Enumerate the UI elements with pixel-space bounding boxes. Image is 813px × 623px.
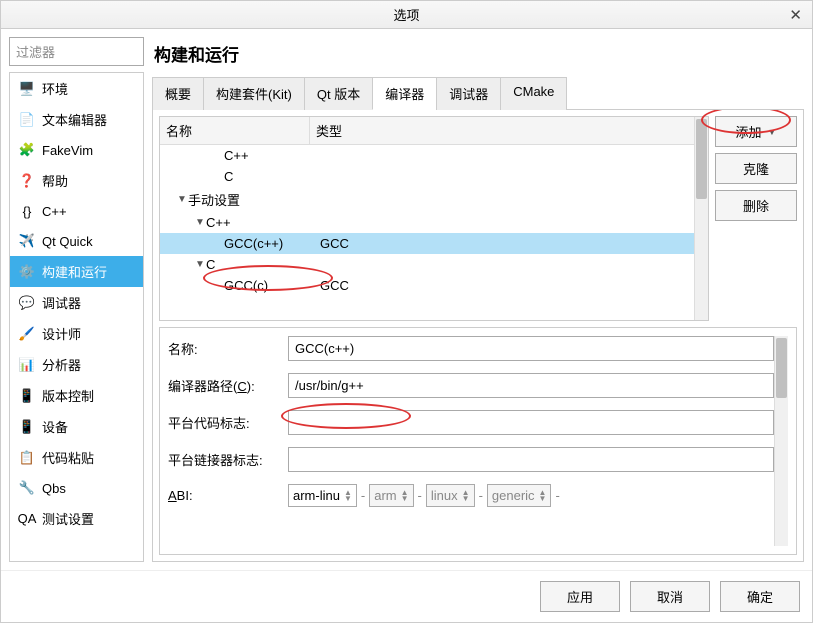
sidebar-item[interactable]: 🖌️ 设计师 [10, 318, 143, 349]
compiler-path-input[interactable] [288, 373, 774, 398]
category-icon: 🖥️ [18, 80, 36, 98]
platform-linker-label: 平台链接器标志: [168, 450, 278, 469]
category-label: 代码粘贴 [42, 448, 94, 467]
tree-row[interactable]: ▼手动设置 [160, 187, 694, 212]
sidebar-item[interactable]: 📱 版本控制 [10, 380, 143, 411]
category-icon: ❓ [18, 172, 36, 190]
category-label: 文本编辑器 [42, 110, 107, 129]
sidebar-item[interactable]: 💬 调试器 [10, 287, 143, 318]
sidebar-item[interactable]: 📄 文本编辑器 [10, 104, 143, 135]
category-icon: {} [18, 202, 36, 220]
name-label: 名称: [168, 339, 278, 358]
category-label: FakeVim [42, 143, 93, 158]
tab[interactable]: CMake [500, 77, 567, 110]
category-icon: ⚙️ [18, 263, 36, 281]
platform-code-label: 平台代码标志: [168, 413, 278, 432]
category-label: 构建和运行 [42, 262, 107, 281]
platform-linker-input[interactable] [288, 447, 774, 472]
name-input[interactable] [288, 336, 774, 361]
tab[interactable]: 构建套件(Kit) [203, 77, 305, 110]
sidebar-item[interactable]: QA 测试设置 [10, 503, 143, 534]
category-icon: 🔧 [18, 479, 36, 497]
sidebar-item[interactable]: 📊 分析器 [10, 349, 143, 380]
category-icon: 📋 [18, 449, 36, 467]
remove-button[interactable]: 删除 [715, 190, 797, 221]
sidebar-item[interactable]: {} C++ [10, 196, 143, 226]
tabs: 概要构建套件(Kit)Qt 版本编译器调试器CMake [152, 76, 804, 110]
tree-row[interactable]: ▼C++ [160, 212, 694, 233]
add-button[interactable]: 添加 ▼ [715, 116, 797, 147]
tree-row[interactable]: GCC(c++)GCC [160, 233, 694, 254]
category-icon: QA [18, 510, 36, 528]
abi-label: ABI: [168, 488, 278, 503]
sidebar-item[interactable]: 🖥️ 环境 [10, 73, 143, 104]
category-icon: 📱 [18, 418, 36, 436]
sidebar-item[interactable]: 🔧 Qbs [10, 473, 143, 503]
tab[interactable]: 编译器 [372, 77, 437, 110]
compiler-tree[interactable]: 名称 类型 C++C▼手动设置▼C++GCC(c++)GCC▼CGCC(c)GC… [159, 116, 709, 321]
sidebar-item[interactable]: ✈️ Qt Quick [10, 226, 143, 256]
category-label: C++ [42, 204, 67, 219]
category-icon: 📱 [18, 387, 36, 405]
tree-row[interactable]: ▼C [160, 254, 694, 275]
filter-input[interactable]: 过滤器 [9, 37, 144, 66]
apply-button[interactable]: 应用 [540, 581, 620, 612]
category-label: Qbs [42, 481, 66, 496]
sidebar-item[interactable]: ⚙️ 构建和运行 [10, 256, 143, 287]
page-title: 构建和运行 [152, 37, 804, 76]
abi-select-0[interactable]: arm-linu▲▼ [288, 484, 357, 507]
sidebar-item[interactable]: ❓ 帮助 [10, 165, 143, 196]
tree-header-type: 类型 [310, 117, 694, 144]
close-icon[interactable]: ✕ [789, 6, 802, 24]
tab[interactable]: 概要 [152, 77, 204, 110]
category-icon: 🧩 [18, 141, 36, 159]
titlebar: 选项 ✕ [1, 1, 812, 29]
category-label: 设计师 [42, 324, 81, 343]
ok-button[interactable]: 确定 [720, 581, 800, 612]
category-label: 设备 [42, 417, 68, 436]
tab[interactable]: 调试器 [436, 77, 501, 110]
window-title: 选项 [393, 5, 419, 24]
tree-row[interactable]: C++ [160, 145, 694, 166]
abi-select-1[interactable]: arm▲▼ [369, 484, 413, 507]
category-icon: 📄 [18, 111, 36, 129]
category-label: 环境 [42, 79, 68, 98]
category-icon: 📊 [18, 356, 36, 374]
scrollbar[interactable] [774, 336, 788, 546]
chevron-down-icon: ▼ [768, 127, 777, 137]
sidebar-item[interactable]: 📱 设备 [10, 411, 143, 442]
category-icon: 🖌️ [18, 325, 36, 343]
tree-header-name: 名称 [160, 117, 310, 144]
category-icon: 💬 [18, 294, 36, 312]
clone-button[interactable]: 克隆 [715, 153, 797, 184]
tree-row[interactable]: C [160, 166, 694, 187]
category-label: 版本控制 [42, 386, 94, 405]
category-icon: ✈️ [18, 232, 36, 250]
tree-row[interactable]: GCC(c)GCC [160, 275, 694, 296]
cancel-button[interactable]: 取消 [630, 581, 710, 612]
sidebar-item[interactable]: 🧩 FakeVim [10, 135, 143, 165]
abi-row: arm-linu▲▼ - arm▲▼ - linux▲▼ - generic▲▼… [288, 484, 560, 507]
abi-select-2[interactable]: linux▲▼ [426, 484, 475, 507]
category-label: 分析器 [42, 355, 81, 374]
abi-select-3[interactable]: generic▲▼ [487, 484, 552, 507]
tab[interactable]: Qt 版本 [304, 77, 373, 110]
compiler-path-label: 编译器路径(C): [168, 376, 278, 395]
category-label: 帮助 [42, 171, 68, 190]
category-label: 测试设置 [42, 509, 94, 528]
scrollbar[interactable] [694, 117, 708, 320]
category-label: Qt Quick [42, 234, 93, 249]
category-label: 调试器 [42, 293, 81, 312]
category-list: 🖥️ 环境 📄 文本编辑器 🧩 FakeVim ❓ 帮助 {} C++ ✈️ Qt Quick ⚙️ 构建… [9, 72, 144, 562]
platform-code-input[interactable] [288, 410, 774, 435]
sidebar-item[interactable]: 📋 代码粘贴 [10, 442, 143, 473]
